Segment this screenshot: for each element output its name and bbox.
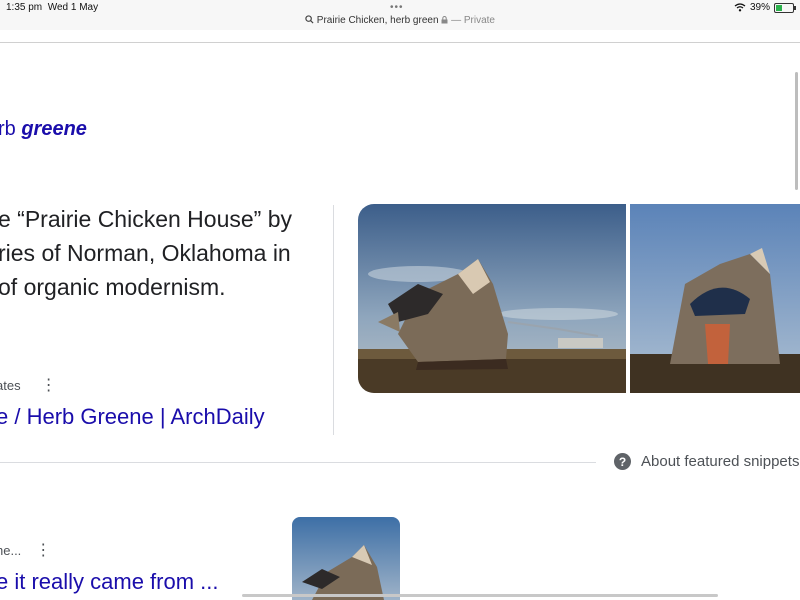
battery-icon: [774, 2, 796, 13]
lock-icon: [441, 16, 448, 24]
snippet-line: of organic modernism.: [0, 274, 226, 300]
address-text: Prairie Chicken, herb green: [316, 15, 439, 26]
private-label: — Private: [451, 15, 495, 26]
result-source: ates ⋮: [0, 377, 57, 393]
featured-snippet-text: e “Prairie Chicken House” by ries of Nor…: [0, 202, 328, 304]
section-divider: [0, 462, 596, 463]
source-name: ates: [0, 378, 21, 393]
about-label: About featured snippets: [641, 453, 800, 470]
wifi-icon: [734, 3, 746, 12]
help-icon: ?: [614, 453, 631, 470]
search-icon: [305, 15, 314, 24]
result-image-2[interactable]: [630, 204, 800, 393]
more-vert-icon[interactable]: ⋮: [41, 377, 57, 393]
result-title[interactable]: rb greene: [0, 118, 87, 141]
snippet-line: e “Prairie Chicken House” by: [0, 206, 293, 232]
scrollbar[interactable]: [795, 72, 798, 190]
result-link[interactable]: e it really came from ...: [0, 569, 219, 595]
status-time: 1:35 pm Wed 1 May: [6, 2, 99, 13]
snippet-divider: [333, 205, 334, 435]
more-vert-icon[interactable]: ⋮: [35, 542, 51, 558]
about-featured-snippets[interactable]: ? About featured snippets: [614, 453, 799, 470]
toolbar-divider: [0, 42, 800, 43]
snippet-line: ries of Norman, Oklahoma in: [0, 240, 291, 266]
multitasking-dots[interactable]: •••: [390, 2, 404, 13]
result-thumbnail[interactable]: [292, 517, 400, 600]
result-source: he... ⋮: [0, 542, 51, 558]
home-indicator[interactable]: [242, 594, 718, 597]
result-image-1[interactable]: [358, 204, 626, 393]
status-bar: 1:35 pm Wed 1 May ••• Prairie Chicken, h…: [0, 0, 800, 30]
status-indicators: 39%: [734, 2, 796, 13]
battery-percent: 39%: [749, 2, 770, 13]
result-link[interactable]: e / Herb Greene | ArchDaily: [0, 404, 265, 430]
address-bar[interactable]: Prairie Chicken, herb green — Private: [0, 15, 800, 26]
source-name: he...: [0, 543, 22, 558]
